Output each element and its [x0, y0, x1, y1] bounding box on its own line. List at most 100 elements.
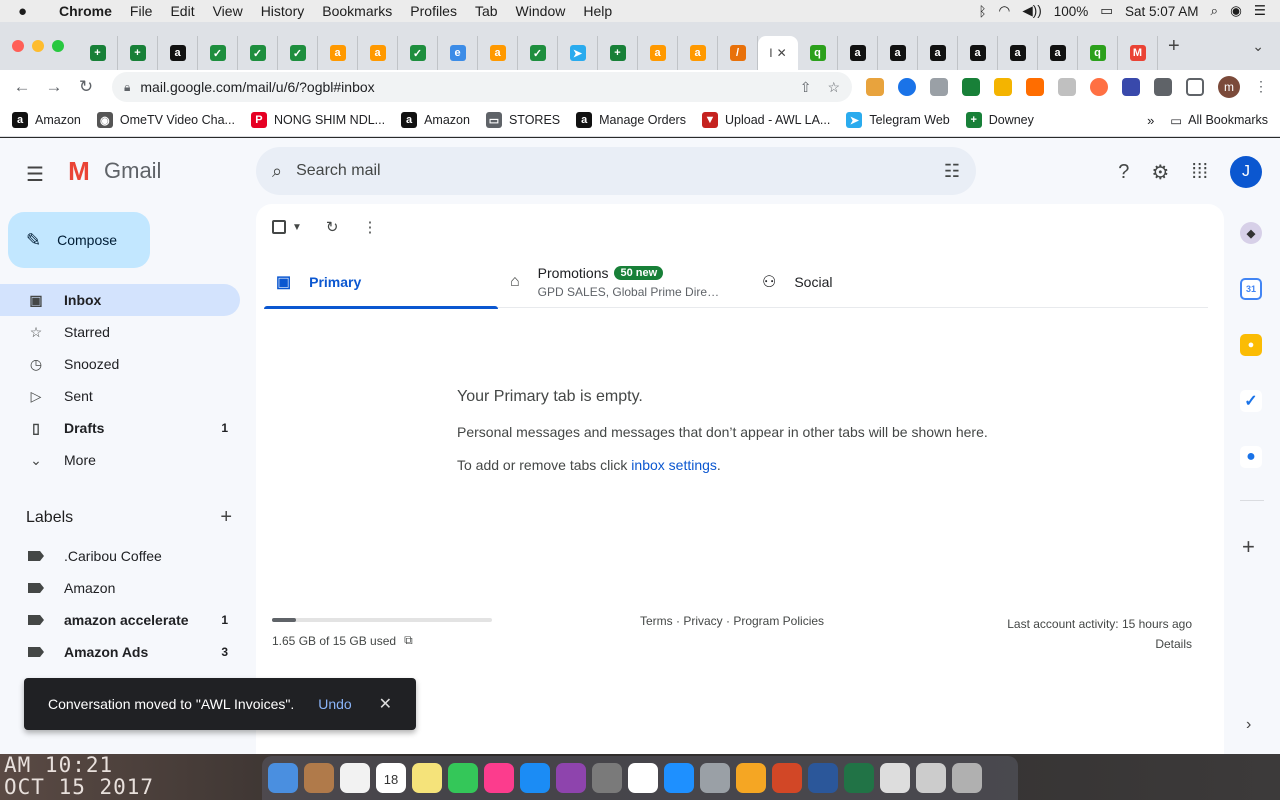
menu-dots-icon[interactable]: ⋮ [1254, 78, 1268, 96]
bookmark-star-icon[interactable]: ☆ [827, 79, 840, 96]
menu-view[interactable]: View [204, 3, 252, 19]
bookmark-item[interactable]: a Amazon [401, 112, 470, 128]
dock-app-icon[interactable] [808, 763, 838, 793]
label-item[interactable]: Amazon Ads 3 [0, 636, 240, 668]
close-tab-icon[interactable]: ✕ [777, 46, 787, 60]
bookmark-item[interactable]: P NONG SHIM NDL... [250, 112, 385, 128]
dock-app-icon[interactable] [628, 763, 658, 793]
help-icon[interactable]: ? [1118, 161, 1129, 184]
all-bookmarks-button[interactable]: ▭ All Bookmarks [1170, 113, 1268, 128]
extension-ghost-icon[interactable]: ◆ [1240, 222, 1262, 244]
browser-tab[interactable]: a [638, 36, 678, 70]
browser-tab[interactable]: q [1078, 36, 1118, 70]
battery-percent[interactable]: 100% [1054, 4, 1089, 19]
forward-button[interactable]: → [38, 77, 70, 97]
browser-tab[interactable]: ✓ [398, 36, 438, 70]
menu-help[interactable]: Help [574, 3, 621, 19]
dock-app-icon[interactable] [664, 763, 694, 793]
browser-tab[interactable]: a [158, 36, 198, 70]
browser-tab[interactable]: ✓ [238, 36, 278, 70]
tab-promotions[interactable]: ⌂ Promotions 50 new GPD SALES, Global Pr… [498, 256, 750, 308]
tab-search-icon[interactable]: ⌄ [1252, 38, 1264, 55]
browser-tab[interactable]: a [358, 36, 398, 70]
bookmark-item[interactable]: a Manage Orders [576, 112, 686, 128]
tab-active-gmail[interactable]: I ✕ [758, 36, 798, 70]
dock-app-icon[interactable] [880, 763, 910, 793]
address-bar[interactable]: 🔒︎ mail.google.com/mail/u/6/?ogbl#inbox … [112, 72, 852, 102]
bluetooth-icon[interactable]: ᛒ [978, 4, 986, 19]
nav-item-more[interactable]: ⌄ More [0, 444, 240, 476]
nav-item-inbox[interactable]: ▣ Inbox [0, 284, 240, 316]
minimize-window-button[interactable] [32, 40, 44, 52]
dock-app-icon[interactable] [556, 763, 586, 793]
browser-tab[interactable]: a [958, 36, 998, 70]
menu-history[interactable]: History [252, 3, 314, 19]
share-icon[interactable]: ⇧ [800, 79, 812, 96]
extension-icon[interactable] [962, 78, 980, 96]
menu-edit[interactable]: Edit [161, 3, 203, 19]
nav-item-drafts[interactable]: ▯ Drafts 1 [0, 412, 240, 444]
side-panel-icon[interactable] [1186, 78, 1204, 96]
dock-app-icon[interactable] [952, 763, 982, 793]
extension-icon[interactable] [930, 78, 948, 96]
details-link[interactable]: Details [1007, 634, 1192, 654]
search-bar[interactable]: ⌕ Search mail ☷ [256, 147, 976, 195]
menu-app-name[interactable]: Chrome [50, 3, 121, 19]
browser-tab[interactable]: / [718, 36, 758, 70]
extension-icon[interactable] [1026, 78, 1044, 96]
browser-tab[interactable]: + [598, 36, 638, 70]
browser-tab[interactable]: a [998, 36, 1038, 70]
nav-item-starred[interactable]: ☆ Starred [0, 316, 240, 348]
more-actions-icon[interactable]: ⋮ [362, 218, 377, 236]
lock-icon[interactable]: 🔒︎ [124, 80, 130, 95]
browser-tab[interactable]: M [1118, 36, 1158, 70]
nav-item-snoozed[interactable]: ◷ Snoozed [0, 348, 240, 380]
settings-gear-icon[interactable]: ⚙ [1151, 160, 1169, 185]
search-input[interactable]: Search mail [296, 162, 380, 180]
dock-app-icon[interactable] [448, 763, 478, 793]
calendar-dock-icon[interactable]: 18 [376, 763, 406, 793]
external-link-icon[interactable]: ⧉ [404, 633, 413, 648]
dock-app-icon[interactable] [484, 763, 514, 793]
label-item[interactable]: amazon accelerate 1 [0, 604, 240, 636]
menu-tab[interactable]: Tab [466, 3, 507, 19]
browser-tab[interactable]: a [478, 36, 518, 70]
browser-tab[interactable]: a [678, 36, 718, 70]
dock-app-icon[interactable] [304, 763, 334, 793]
keep-icon[interactable]: ● [1240, 334, 1262, 356]
extension-icon[interactable] [1122, 78, 1140, 96]
gmail-logo[interactable]: M Gmail [64, 156, 161, 186]
get-addons-icon[interactable]: + [1242, 534, 1255, 560]
dock-app-icon[interactable] [736, 763, 766, 793]
label-item[interactable]: .Caribou Coffee [0, 540, 240, 572]
dock-app-icon[interactable] [520, 763, 550, 793]
zoom-window-button[interactable] [52, 40, 64, 52]
clock[interactable]: Sat 5:07 AM [1125, 4, 1199, 19]
siri-icon[interactable]: ◉ [1230, 3, 1242, 19]
dock-app-icon[interactable] [340, 763, 370, 793]
more-bookmarks-button[interactable]: » [1147, 113, 1154, 128]
main-menu-icon[interactable]: ☰ [26, 162, 44, 187]
new-tab-button[interactable]: + [1168, 35, 1180, 58]
reload-button[interactable]: ↻ [70, 77, 102, 97]
inbox-settings-link[interactable]: inbox settings [631, 457, 717, 473]
dock-app-icon[interactable] [916, 763, 946, 793]
close-window-button[interactable] [12, 40, 24, 52]
puzzle-icon[interactable] [1154, 78, 1172, 96]
dock-app-icon[interactable] [412, 763, 442, 793]
back-button[interactable]: ← [6, 77, 38, 97]
label-item[interactable]: Amazon [0, 572, 240, 604]
nav-item-sent[interactable]: ▷ Sent [0, 380, 240, 412]
extension-icon[interactable] [866, 78, 884, 96]
tab-social[interactable]: ⚇ Social [750, 256, 984, 308]
dock-app-icon[interactable] [268, 763, 298, 793]
dock-app-icon[interactable] [844, 763, 874, 793]
extension-icon[interactable] [898, 78, 916, 96]
browser-tab[interactable]: e [438, 36, 478, 70]
browser-tab[interactable]: a [878, 36, 918, 70]
profile-avatar[interactable]: m [1218, 76, 1240, 98]
apps-grid-icon[interactable]: ⁞⁞⁞ [1191, 161, 1208, 184]
contacts-icon[interactable]: ● [1240, 446, 1262, 468]
calendar-icon[interactable]: 31 [1240, 278, 1262, 300]
browser-tab[interactable]: a [1038, 36, 1078, 70]
